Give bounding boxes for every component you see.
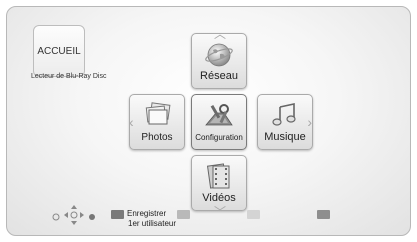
globe-icon xyxy=(205,43,233,67)
music-notes-icon xyxy=(272,103,296,126)
left-arrow-icon: ‹ xyxy=(129,114,134,130)
red-key xyxy=(111,210,124,219)
photos-icon xyxy=(145,102,171,125)
green-key xyxy=(177,210,190,219)
device-name: Lecteur de Blu-Ray Disc xyxy=(31,73,107,80)
menu-item-label: Réseau xyxy=(200,70,238,82)
home-title: ACCUEIL xyxy=(37,45,81,57)
home-screen: ACCUEIL Lecteur de Blu-Ray Disc ︿ Réseau… xyxy=(6,6,411,236)
film-strip-icon xyxy=(206,163,230,189)
red-key-label: Enregistrer 1er utilisateur xyxy=(127,209,176,229)
menu-item-reseau[interactable]: ︿ Réseau xyxy=(191,28,247,89)
home-title-box: ACCUEIL xyxy=(33,25,85,77)
red-key-label-line1: Enregistrer xyxy=(127,209,167,218)
color-key-bar: Enregistrer 1er utilisateur xyxy=(7,203,410,235)
menu-item-label: Configuration xyxy=(195,133,243,142)
blue-key xyxy=(317,210,330,219)
menu-item-photos[interactable]: ‹ Photos xyxy=(129,94,185,150)
right-arrow-icon: › xyxy=(307,114,312,130)
menu-item-label: Photos xyxy=(141,132,173,143)
menu-item-musique[interactable]: › Musique xyxy=(257,94,313,150)
yellow-key xyxy=(247,210,260,219)
up-arrow-icon: ︿ xyxy=(214,27,227,41)
red-key-label-line2: 1er utilisateur xyxy=(128,219,177,228)
configuration-icon xyxy=(205,104,233,126)
dpad-navigation-icon xyxy=(52,205,95,225)
menu-item-label: Musique xyxy=(264,131,306,143)
menu-item-configuration[interactable]: Configuration xyxy=(191,94,247,150)
